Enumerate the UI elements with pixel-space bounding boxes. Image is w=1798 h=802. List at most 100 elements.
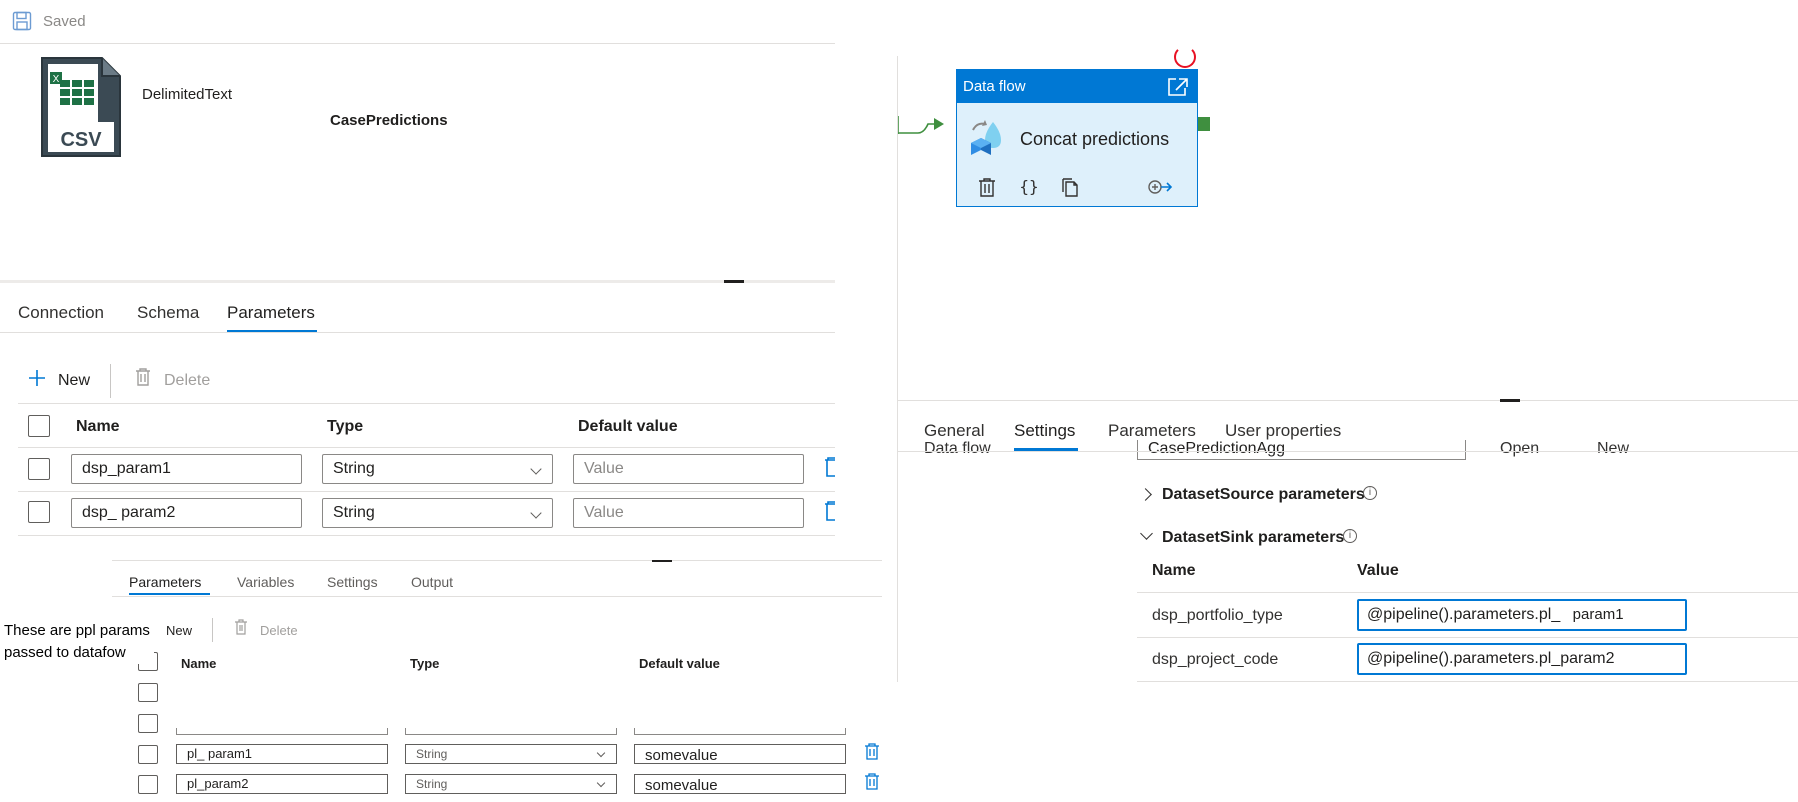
open-dataflow-link[interactable]: Open <box>1500 440 1539 458</box>
dataset-source-section-header[interactable]: DatasetSource parameters <box>1162 486 1365 504</box>
column-header-type: Type <box>327 418 364 435</box>
toolbar-separator <box>110 364 111 398</box>
tab-settings[interactable]: Settings <box>327 574 378 590</box>
grid-divider <box>18 535 835 536</box>
svg-text:X: X <box>53 74 60 85</box>
chevron-down-icon <box>530 507 542 519</box>
tab-output[interactable]: Output <box>411 574 453 590</box>
panel-splitter[interactable] <box>897 400 1798 401</box>
new-parameter-button[interactable]: New <box>26 366 96 394</box>
panel-splitter[interactable] <box>0 280 835 283</box>
data-flow-icon <box>971 120 1001 155</box>
info-icon[interactable]: i <box>1363 486 1377 500</box>
row-checkbox[interactable] <box>138 683 158 702</box>
panel-splitter[interactable] <box>112 560 882 561</box>
chevron-right-icon[interactable] <box>1139 488 1152 501</box>
chevron-down-icon <box>596 748 606 758</box>
parameter-default-input[interactable]: Value <box>573 498 804 528</box>
open-external-icon[interactable] <box>1167 77 1189 97</box>
parameter-type-value: String <box>333 460 375 477</box>
splitter-grip[interactable] <box>724 280 744 283</box>
parameter-type-select[interactable]: String <box>322 498 553 528</box>
grid-divider <box>1137 592 1798 593</box>
trash-icon[interactable] <box>824 500 835 522</box>
sink-parameter-value-input[interactable]: @pipeline().parameters.pl_param2 <box>1357 643 1687 675</box>
delete-parameter-button[interactable]: Delete <box>132 366 222 394</box>
pipeline-parameter-type-select[interactable]: String <box>405 744 617 764</box>
dataflow-field-label: Data flow <box>924 440 991 457</box>
toolbar-separator <box>212 618 213 642</box>
data-flow-activity-node[interactable]: Data flow Concat predictions {} <box>956 69 1198 207</box>
code-braces-icon[interactable]: {} <box>1019 177 1039 197</box>
row-checkbox[interactable] <box>28 458 50 480</box>
new-dataflow-link[interactable]: New <box>1597 440 1629 458</box>
chevron-down-icon[interactable] <box>1140 527 1153 540</box>
grid-divider <box>1137 637 1798 638</box>
dataflow-select[interactable]: CasePredictionAgg <box>1137 440 1466 460</box>
tab-parameters[interactable]: Parameters <box>227 303 315 323</box>
tabs-divider <box>0 332 835 333</box>
clipped-dataflow-row: Data flow CasePredictionAgg Open New <box>897 440 1798 464</box>
annotation-line: These are ppl params <box>4 622 150 639</box>
clipped-row-default-field <box>634 728 846 735</box>
pipeline-parameter-name-input[interactable]: pl_ param1 <box>176 744 388 764</box>
sink-parameter-value-input[interactable]: @pipeline().parameters.pl_ param1 <box>1357 599 1687 631</box>
column-header-name: Name <box>181 656 217 671</box>
annotation-line: passed to datafow <box>4 644 126 661</box>
tab-variables[interactable]: Variables <box>237 574 294 590</box>
splitter-grip[interactable] <box>652 560 672 562</box>
dataset-sink-section-header[interactable]: DatasetSink parameters <box>1162 529 1344 547</box>
trash-icon[interactable] <box>864 743 880 760</box>
trash-icon[interactable] <box>864 773 880 790</box>
chevron-down-icon <box>530 463 542 475</box>
row-checkbox[interactable] <box>28 501 50 523</box>
dataflow-selected-value: CasePredictionAgg <box>1148 440 1285 457</box>
pipeline-parameter-default-input[interactable]: somevalue <box>634 774 846 794</box>
pipeline-parameter-type-select[interactable]: String <box>405 774 617 794</box>
tab-activity-parameters[interactable]: Parameters <box>1108 421 1196 441</box>
new-button-label: New <box>58 372 91 389</box>
grid-divider <box>18 403 835 404</box>
select-all-checkbox[interactable] <box>28 415 50 437</box>
trash-icon <box>235 619 247 635</box>
delete-button-label: Delete <box>164 372 211 389</box>
pipeline-parameter-default-input[interactable]: somevalue <box>634 744 846 764</box>
delete-button-label: Delete <box>260 623 298 638</box>
svg-text:{}: {} <box>1019 177 1038 196</box>
column-header-default-value: Default value <box>639 656 720 671</box>
parameter-name-input[interactable]: dsp_ param2 <box>71 498 302 528</box>
info-icon[interactable]: i <box>1343 529 1357 543</box>
copy-icon[interactable] <box>1061 177 1081 197</box>
activity-type-label: Data flow <box>963 78 1026 95</box>
pipeline-parameter-name-input[interactable]: pl_param2 <box>176 774 388 794</box>
tab-schema[interactable]: Schema <box>137 303 199 323</box>
tab-general[interactable]: General <box>924 421 984 441</box>
tab-settings[interactable]: Settings <box>1014 421 1075 441</box>
tab-user-properties[interactable]: User properties <box>1225 421 1341 441</box>
chevron-down-icon <box>596 778 606 788</box>
parameter-name-input[interactable]: dsp_param1 <box>71 454 302 484</box>
activity-name: Concat predictions <box>1020 129 1170 149</box>
add-output-icon[interactable] <box>1147 177 1173 197</box>
dataset-name-label: CasePredictions <box>330 112 448 129</box>
parameter-default-input[interactable]: Value <box>573 454 804 484</box>
grid-divider <box>18 491 835 492</box>
save-icon <box>12 11 32 31</box>
parameter-type-select[interactable]: String <box>322 454 553 484</box>
success-output-port[interactable] <box>1198 117 1210 131</box>
tabs-divider <box>897 451 1798 452</box>
row-checkbox[interactable] <box>138 745 158 764</box>
row-checkbox[interactable] <box>138 775 158 794</box>
row-checkbox[interactable] <box>138 714 158 733</box>
delete-activity-icon[interactable] <box>977 177 997 197</box>
delete-pipeline-parameter-button[interactable]: Delete <box>232 619 312 639</box>
grid-divider <box>1137 681 1798 682</box>
active-tab-indicator <box>129 593 210 595</box>
sink-parameter-name: dsp_project_code <box>1152 651 1279 668</box>
tab-pipeline-parameters[interactable]: Parameters <box>129 574 201 590</box>
annotation-note: These are ppl params passed to datafow <box>4 620 154 664</box>
splitter-grip[interactable] <box>1500 399 1520 402</box>
trash-icon[interactable] <box>824 456 835 478</box>
dataset-type-label: DelimitedText <box>142 86 233 103</box>
tab-connection[interactable]: Connection <box>18 303 104 323</box>
